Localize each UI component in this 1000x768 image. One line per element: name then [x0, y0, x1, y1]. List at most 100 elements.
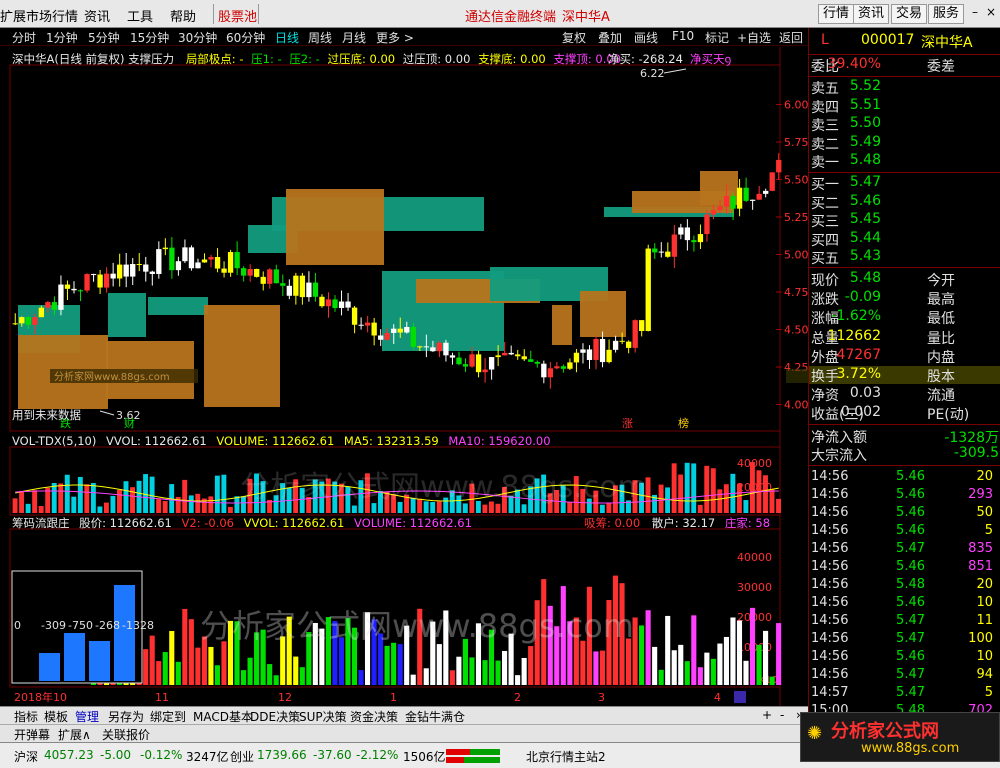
- volume-bar: [64, 474, 70, 513]
- tab-danmaku[interactable]: 开弹幕: [14, 726, 50, 743]
- buy-level-price: 5.46: [849, 192, 881, 209]
- btn-quotes[interactable]: 行情: [818, 4, 855, 24]
- zoom-in-button[interactable]: +: [762, 708, 772, 722]
- sh-index-amount: 3247亿: [186, 750, 229, 764]
- date-scroll-thumb: [734, 691, 746, 703]
- volume-bar: [763, 475, 768, 513]
- tab-fund-decision[interactable]: 资金决策: [350, 708, 398, 725]
- tick-row: 14:56 5.46 10: [809, 649, 1000, 667]
- menu-ext-market[interactable]: 扩展市场行情: [0, 6, 78, 25]
- tick-time: 14:56: [811, 577, 849, 592]
- volume-bar: [684, 462, 690, 513]
- buy-level-row[interactable]: 买三 5.45: [809, 211, 1000, 230]
- tab-sup-decision[interactable]: SUP决策: [299, 708, 347, 725]
- volume-bar: [103, 502, 109, 513]
- sell-level-row[interactable]: 卖三 5.50: [809, 115, 1000, 134]
- chip-bar: [665, 615, 671, 685]
- buy-level-row[interactable]: 买五 5.43: [809, 248, 1000, 267]
- tab-template[interactable]: 模板: [44, 708, 68, 725]
- volume-bar: [769, 489, 775, 513]
- chip-bar: [358, 670, 364, 685]
- cy-index-change: -37.60: [313, 748, 352, 762]
- divider: [809, 172, 1000, 173]
- menu-news[interactable]: 资讯: [84, 6, 110, 25]
- stat-row: 外盘 47267 内盘: [809, 347, 1000, 366]
- volume-bar: [77, 476, 83, 513]
- period-15min[interactable]: 15分钟: [130, 29, 169, 46]
- sell-level-row[interactable]: 卖五 5.52: [809, 78, 1000, 97]
- sell-level-row[interactable]: 卖二 5.49: [809, 134, 1000, 153]
- period-bar: 分时 1分钟 5分钟 15分钟 30分钟 60分钟 日线 周线 月线 更多 > …: [0, 28, 808, 46]
- tab-save-as[interactable]: 另存为: [108, 708, 144, 725]
- volume-bar: [227, 506, 233, 513]
- quote-server[interactable]: 北京行情主站2: [526, 748, 606, 765]
- inset-bar: [64, 633, 85, 681]
- sell-level-row[interactable]: 卖四 5.51: [809, 97, 1000, 116]
- tab-dde-decision[interactable]: DDE决策: [250, 708, 300, 725]
- chip-bar: [749, 607, 756, 685]
- logo-text: 分析家公式网: [831, 721, 939, 742]
- menu-stock-pool[interactable]: 股票池: [218, 6, 257, 25]
- period-60min[interactable]: 60分钟: [226, 29, 265, 46]
- period-1min[interactable]: 1分钟: [46, 29, 78, 46]
- btn-back[interactable]: 返回: [779, 29, 803, 46]
- period-timeshare[interactable]: 分时: [12, 29, 36, 46]
- btn-add-favorite[interactable]: +自选: [737, 29, 771, 46]
- stat-value: 0.03: [849, 385, 881, 402]
- sh-index-name[interactable]: 沪深: [14, 748, 38, 765]
- tick-volume: 20: [976, 577, 993, 592]
- btn-overlay[interactable]: 叠加: [598, 29, 622, 46]
- tab-macd-basic[interactable]: MACD基本: [193, 708, 253, 725]
- zoom-out-button[interactable]: -: [780, 708, 784, 722]
- volume-bar: [678, 474, 684, 513]
- period-5min[interactable]: 5分钟: [88, 29, 120, 46]
- volume-bar: [84, 484, 90, 513]
- tab-indicator[interactable]: 指标: [14, 708, 38, 725]
- volume-bar: [51, 482, 57, 513]
- candle-body: [156, 249, 162, 274]
- buy-level-row[interactable]: 买一 5.47: [809, 174, 1000, 193]
- volume-bar: [351, 505, 357, 513]
- period-daily[interactable]: 日线: [275, 29, 299, 46]
- menu-help[interactable]: 帮助: [170, 6, 196, 25]
- cy-index-name[interactable]: 创业: [230, 748, 254, 765]
- inset-value-label: -309: [41, 619, 66, 632]
- quote-panel: L 000017 深中华A 委比 39.40% 委差 卖五 5.52 卖四 5.…: [808, 28, 1000, 742]
- tick-price: 5.46: [896, 523, 925, 538]
- period-more[interactable]: 更多 >: [376, 29, 414, 46]
- btn-news[interactable]: 资讯: [853, 4, 890, 24]
- volume-bar: [182, 479, 188, 513]
- ma10-label: MA10: 159620.00: [448, 434, 551, 448]
- period-30min[interactable]: 30分钟: [178, 29, 217, 46]
- tab-related-quote[interactable]: 关联报价: [102, 726, 150, 743]
- tab-bind-to[interactable]: 绑定到: [150, 708, 186, 725]
- chip-bar: [456, 656, 462, 685]
- minimize-icon[interactable]: –: [968, 5, 982, 19]
- buy-level-row[interactable]: 买二 5.46: [809, 192, 1000, 212]
- btn-draw-line[interactable]: 画线: [634, 29, 658, 46]
- buy-level-row[interactable]: 买四 5.44: [809, 230, 1000, 249]
- chip-bar: [208, 646, 214, 685]
- candle-body: [84, 274, 90, 291]
- sell-level-row[interactable]: 卖一 5.48: [809, 152, 1000, 171]
- local-extreme-label: 局部极点: -: [185, 52, 244, 66]
- candle-body: [273, 269, 279, 284]
- btn-f10[interactable]: F10: [672, 29, 694, 43]
- period-monthly[interactable]: 月线: [342, 29, 366, 46]
- candle-body: [639, 320, 645, 331]
- close-icon[interactable]: ×: [984, 5, 998, 19]
- volume-bar: [495, 503, 501, 513]
- tab-manage[interactable]: 管理: [75, 708, 99, 725]
- period-weekly[interactable]: 周线: [308, 29, 332, 46]
- candle-body: [763, 190, 769, 194]
- chart-canvas[interactable]: 6.005.755.505.255.004.754.504.254.006.22…: [0, 47, 808, 707]
- btn-trade[interactable]: 交易: [891, 4, 928, 24]
- chip-banker-label: 庄家: 58: [724, 516, 771, 530]
- btn-service[interactable]: 服务: [928, 4, 965, 24]
- btn-mark[interactable]: 标记: [705, 29, 729, 46]
- btn-restore-rights[interactable]: 复权: [562, 29, 586, 46]
- menu-tools[interactable]: 工具: [127, 6, 153, 25]
- tab-gold-diamond[interactable]: 金钻牛满仓: [405, 708, 465, 725]
- chip-bar: [730, 617, 736, 685]
- tab-extend[interactable]: 扩展∧: [58, 726, 91, 743]
